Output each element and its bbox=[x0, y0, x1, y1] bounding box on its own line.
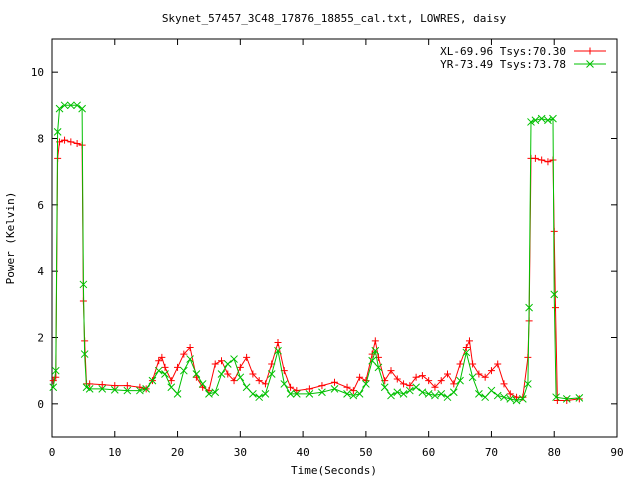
y-axis-label: Power (Kelvin) bbox=[4, 192, 17, 285]
data-point-marker bbox=[371, 337, 379, 345]
x-tick-label: 20 bbox=[171, 446, 184, 459]
data-point-marker bbox=[465, 337, 473, 345]
data-point-marker bbox=[544, 116, 552, 125]
y-tick-label: 0 bbox=[37, 398, 44, 411]
data-point-marker bbox=[431, 391, 439, 400]
data-point-marker bbox=[267, 370, 276, 378]
data-point-marker bbox=[73, 139, 81, 147]
data-point-marker bbox=[236, 373, 245, 382]
data-point-marker bbox=[449, 388, 458, 397]
data-point-marker bbox=[424, 390, 433, 398]
x-tick-label: 80 bbox=[548, 446, 561, 459]
data-point-marker bbox=[481, 393, 490, 402]
y-tick-label: 2 bbox=[37, 332, 44, 345]
data-point-marker bbox=[330, 385, 339, 393]
plot-area-frame bbox=[51, 38, 618, 438]
data-point-marker bbox=[355, 390, 364, 398]
data-point-marker bbox=[450, 380, 458, 388]
x-tick-label: 60 bbox=[422, 446, 435, 459]
y-tick-label: 8 bbox=[37, 133, 44, 146]
data-point-marker bbox=[61, 136, 69, 144]
data-point-marker bbox=[356, 373, 364, 381]
x-tick-label: 10 bbox=[108, 446, 121, 459]
data-point-marker bbox=[174, 363, 182, 371]
data-point-marker bbox=[167, 383, 176, 392]
data-point-marker bbox=[437, 390, 446, 398]
y-tick-label: 10 bbox=[31, 66, 44, 79]
series-1 bbox=[49, 136, 583, 405]
series-layer bbox=[49, 101, 584, 405]
data-point-marker bbox=[154, 366, 163, 375]
data-point-marker bbox=[443, 393, 452, 402]
x-tick-label: 0 bbox=[49, 446, 56, 459]
series-line bbox=[52, 139, 580, 401]
data-point-marker bbox=[500, 393, 508, 402]
data-point-marker bbox=[161, 370, 169, 378]
data-point-marker bbox=[537, 114, 546, 123]
data-point-marker bbox=[242, 383, 251, 392]
data-point-marker bbox=[67, 138, 75, 146]
data-point-marker bbox=[575, 395, 583, 403]
data-point-marker bbox=[368, 356, 377, 365]
data-point-marker bbox=[249, 390, 257, 398]
data-point-marker bbox=[393, 388, 402, 397]
chart-title: Skynet_57457_3C48_17876_18855_cal.txt, L… bbox=[162, 12, 507, 25]
data-point-marker bbox=[399, 390, 408, 398]
y-tick-label: 4 bbox=[37, 265, 44, 278]
data-point-marker bbox=[380, 383, 389, 392]
x-axis-ticks: 0 10 20 30 40 50 60 70 80 90 bbox=[49, 39, 624, 459]
legend-label: XL-69.96 Tsys:70.30 bbox=[440, 45, 566, 58]
data-point-marker bbox=[211, 360, 219, 368]
data-point-marker bbox=[586, 47, 594, 55]
data-point-marker bbox=[230, 355, 238, 363]
data-point-marker bbox=[261, 390, 270, 398]
data-point-marker bbox=[544, 158, 552, 166]
data-point-marker bbox=[493, 391, 502, 400]
data-point-marker bbox=[456, 360, 464, 368]
data-point-marker bbox=[468, 373, 477, 382]
data-point-marker bbox=[456, 376, 464, 385]
data-point-marker bbox=[475, 370, 483, 378]
data-point-marker bbox=[179, 366, 188, 375]
y-tick-label: 6 bbox=[37, 199, 44, 212]
data-point-marker bbox=[211, 388, 220, 397]
data-point-marker bbox=[161, 363, 169, 371]
data-point-marker bbox=[331, 378, 338, 386]
series-2 bbox=[49, 101, 584, 405]
x-tick-label: 30 bbox=[234, 446, 247, 459]
data-point-marker bbox=[475, 390, 483, 398]
y-axis-ticks: 0 2 4 6 8 10 bbox=[31, 66, 617, 411]
series-line bbox=[52, 104, 580, 402]
data-point-marker bbox=[412, 383, 420, 392]
power-vs-time-chart: Skynet_57457_3C48_17876_18855_cal.txt, L… bbox=[4, 12, 624, 477]
data-point-marker bbox=[343, 390, 351, 398]
data-point-marker bbox=[551, 304, 559, 312]
data-point-marker bbox=[418, 388, 427, 397]
data-point-marker bbox=[218, 357, 225, 365]
data-point-marker bbox=[217, 370, 226, 378]
x-tick-label: 90 bbox=[610, 446, 623, 459]
data-point-marker bbox=[387, 391, 395, 400]
data-point-marker bbox=[223, 360, 232, 368]
x-tick-label: 70 bbox=[485, 446, 498, 459]
data-point-marker bbox=[500, 380, 508, 388]
data-point-marker bbox=[318, 382, 326, 390]
x-tick-label: 50 bbox=[359, 446, 372, 459]
data-point-marker bbox=[538, 156, 546, 164]
data-point-marker bbox=[293, 387, 301, 395]
x-axis-label: Time(Seconds) bbox=[291, 464, 377, 477]
data-point-marker bbox=[173, 390, 182, 398]
data-point-marker bbox=[243, 353, 251, 361]
data-point-marker bbox=[531, 154, 539, 162]
data-point-marker bbox=[487, 386, 496, 395]
legend: XL-69.96 Tsys:70.30YR-73.49 Tsys:73.78 bbox=[440, 45, 606, 71]
legend-label: YR-73.49 Tsys:73.78 bbox=[440, 58, 566, 71]
x-tick-label: 40 bbox=[296, 446, 309, 459]
data-point-marker bbox=[274, 338, 282, 346]
data-point-marker bbox=[343, 383, 351, 391]
data-point-marker bbox=[255, 393, 264, 402]
